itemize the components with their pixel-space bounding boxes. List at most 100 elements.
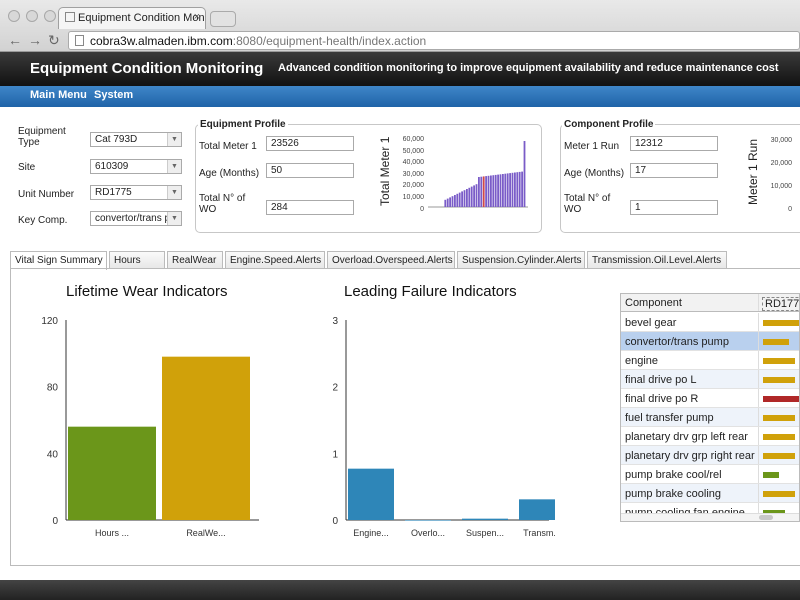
health-indicator-bar xyxy=(763,434,795,440)
bar-2[interactable] xyxy=(405,520,451,521)
equipment-wo-field[interactable]: 284 xyxy=(266,200,354,215)
chart-tick-label: 30,000 xyxy=(770,137,792,144)
y-tick-label: 0 xyxy=(332,516,338,527)
chart-tick-label: 10,000 xyxy=(770,183,792,190)
unit-column-header[interactable]: RD1775 xyxy=(762,297,799,311)
table-row[interactable]: engine xyxy=(621,351,799,370)
table-row[interactable]: bevel gear xyxy=(621,313,799,332)
component-name: final drive po R xyxy=(625,393,699,405)
mini-bar xyxy=(451,196,454,207)
equipment-age-field[interactable]: 50 xyxy=(266,163,354,178)
x-tick-label: Engine... xyxy=(353,528,389,538)
site-select[interactable]: 610309 ▼ xyxy=(90,159,182,174)
menu-system[interactable]: System xyxy=(94,89,133,101)
meter-run-field[interactable]: 12312 xyxy=(630,136,718,151)
minimize-window-icon[interactable] xyxy=(26,10,38,22)
component-profile-title: Component Profile xyxy=(562,119,656,130)
mini-bar xyxy=(480,176,483,207)
component-name: engine xyxy=(625,355,659,367)
table-row[interactable]: fuel transfer pump xyxy=(621,408,799,427)
equipment-type-label: Equipment Type xyxy=(18,126,66,148)
total-meter-field[interactable]: 23526 xyxy=(266,136,354,151)
tab-overload-overspeed-alerts[interactable]: Overload.Overspeed.Alerts xyxy=(327,251,455,269)
table-row[interactable]: final drive po L xyxy=(621,370,799,389)
mini-bar xyxy=(514,172,516,207)
bar-4[interactable] xyxy=(519,499,555,520)
y-tick-label: 3 xyxy=(332,316,338,327)
back-arrow-icon[interactable]: ← xyxy=(8,32,22,48)
health-indicator-bar xyxy=(763,396,799,402)
mini-bar xyxy=(487,175,490,207)
menu-main[interactable]: Main Menu xyxy=(30,89,87,101)
table-row[interactable]: final drive po R xyxy=(621,389,799,408)
table-row[interactable]: planetary drv grp right rear xyxy=(621,446,799,465)
column-divider xyxy=(758,465,759,483)
close-window-icon[interactable] xyxy=(8,10,20,22)
address-bar[interactable]: cobra3w.almaden.ibm.com:8080/equipment-h… xyxy=(68,31,800,50)
tab-suspension-cylinder-alerts[interactable]: Suspension.Cylinder.Alerts xyxy=(457,251,585,269)
chart-tick-label: 20,000 xyxy=(402,182,424,190)
page-favicon-icon xyxy=(65,12,75,22)
health-indicator-bar xyxy=(763,453,795,459)
component-grid-header: Component RD1775 xyxy=(621,294,799,312)
component-name: planetary drv grp right rear xyxy=(625,450,755,462)
tab-engine-speed-alerts[interactable]: Engine.Speed.Alerts xyxy=(225,251,325,269)
tab-hours[interactable]: Hours xyxy=(109,251,165,269)
tab-close-icon[interactable]: × xyxy=(194,11,200,23)
y-tick-label: 0 xyxy=(52,516,58,527)
maximize-window-icon[interactable] xyxy=(44,10,56,22)
new-tab-button[interactable] xyxy=(210,11,236,27)
lifetime-wear-title: Lifetime Wear Indicators xyxy=(66,283,228,300)
component-wo-field[interactable]: 1 xyxy=(630,200,718,215)
x-tick-label: Hours ... xyxy=(95,528,129,538)
unit-number-value: RD1775 xyxy=(95,187,132,198)
mini-bar xyxy=(458,192,461,207)
browser-tab-title: Equipment Condition Moni xyxy=(78,12,206,24)
tab-transmission-oil-level-alerts[interactable]: Transmission.Oil.Level.Alerts xyxy=(587,251,727,269)
horizontal-scrollbar[interactable] xyxy=(621,513,799,521)
equipment-type-select[interactable]: Cat 793D ▼ xyxy=(90,132,182,147)
forward-arrow-icon[interactable]: → xyxy=(28,32,42,48)
tab-bar: Vital Sign Summary Hours RealWear Engine.Sp… xyxy=(10,251,800,270)
chart-tick-label: 10,000 xyxy=(402,194,424,201)
mini-bar xyxy=(523,141,526,207)
bar-1[interactable] xyxy=(68,426,156,520)
component-name: pump brake cooling xyxy=(625,488,722,500)
chart-tick-label: 20,000 xyxy=(770,160,792,167)
column-divider xyxy=(758,446,759,464)
leading-failure-title: Leading Failure Indicators xyxy=(344,283,517,300)
key-comp-select[interactable]: convertor/trans pu ▼ xyxy=(90,211,182,226)
key-comp-label: Key Comp. xyxy=(18,215,68,226)
table-row[interactable]: pump brake cool/rel xyxy=(621,465,799,484)
health-indicator-bar xyxy=(763,491,795,497)
bar-1[interactable] xyxy=(348,468,394,520)
x-tick-label: Overlo... xyxy=(411,528,445,538)
mini-bar xyxy=(521,171,523,207)
url-host: cobra3w.almaden.ibm.com xyxy=(90,34,233,48)
tab-realwear[interactable]: RealWear xyxy=(167,251,223,269)
bar-3[interactable] xyxy=(462,518,508,520)
component-name: fuel transfer pump xyxy=(625,412,714,424)
component-column-header[interactable]: Component xyxy=(625,297,682,309)
chart-tick-label: 30,000 xyxy=(402,170,424,178)
table-row[interactable]: pump brake cooling xyxy=(621,484,799,503)
unit-number-select[interactable]: RD1775 ▼ xyxy=(90,185,182,200)
mini-bar xyxy=(444,199,447,207)
bar-2[interactable] xyxy=(162,356,250,520)
mini-bar xyxy=(485,176,487,207)
scrollbar-thumb[interactable] xyxy=(759,515,773,520)
reload-icon[interactable]: ↻ xyxy=(48,32,60,49)
table-row[interactable]: convertor/trans pump xyxy=(621,332,799,351)
equipment-wo-label: Total N° of WO xyxy=(199,193,246,215)
component-age-field[interactable]: 17 xyxy=(630,163,718,178)
component-name: final drive po L xyxy=(625,374,697,386)
column-divider xyxy=(758,294,759,311)
mini-bar xyxy=(461,191,463,207)
browser-tab[interactable]: Equipment Condition Moni × xyxy=(58,7,206,29)
mini-bar xyxy=(449,197,451,207)
table-row[interactable]: planetary drv grp left rear xyxy=(621,427,799,446)
equipment-meter-chart xyxy=(428,141,528,208)
mini-bar xyxy=(494,174,497,207)
app-header: Equipment Condition Monitoring Advanced … xyxy=(0,52,800,86)
mini-bar xyxy=(509,173,511,207)
